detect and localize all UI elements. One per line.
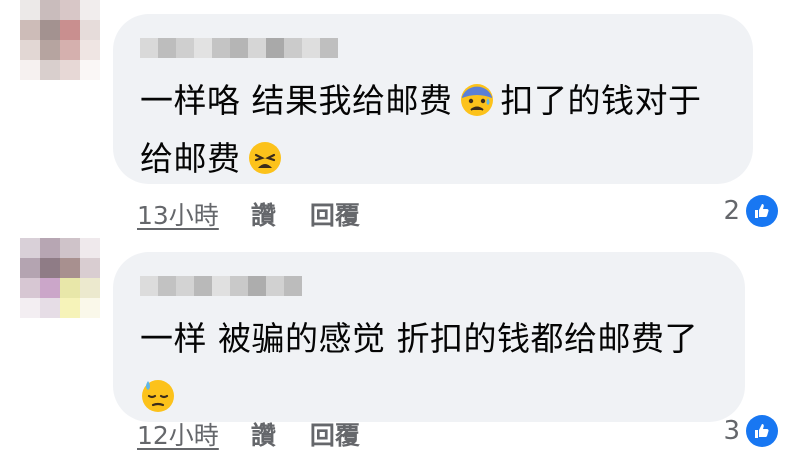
anxious-face-with-sweat-icon: [460, 84, 493, 116]
author-name-blurred[interactable]: [140, 38, 338, 58]
comment-text-line2: 给邮费: [140, 139, 241, 178]
comment-actions: 12小時 讚 回覆: [137, 416, 394, 452]
author-name-blurred[interactable]: [140, 276, 302, 296]
timestamp-link[interactable]: 13小時: [137, 196, 219, 232]
reaction-count: 3: [723, 416, 740, 446]
comment-text-line1: 一样 被骗的感觉 折扣的钱都给邮费了: [140, 319, 698, 358]
comment-text-line1-cont: 扣了的钱对于: [500, 81, 702, 120]
reply-button[interactable]: 回覆: [310, 196, 360, 232]
like-icon: [746, 415, 778, 447]
reaction-summary[interactable]: 3: [723, 415, 778, 447]
reaction-summary[interactable]: 2: [723, 195, 778, 227]
comment-bubble: 一样 被骗的感觉 折扣的钱都给邮费了: [113, 252, 745, 422]
timestamp-link[interactable]: 12小時: [137, 416, 219, 452]
weary-face-icon: [248, 142, 281, 174]
avatar[interactable]: [20, 238, 100, 318]
comment-text: 一样咯 结果我给邮费 扣了的钱对于 给邮费: [140, 72, 733, 188]
like-button[interactable]: 讚: [251, 416, 276, 452]
comment-text: 一样 被骗的感觉 折扣的钱都给邮费了: [140, 310, 725, 426]
like-button[interactable]: 讚: [251, 196, 276, 232]
reply-button[interactable]: 回覆: [310, 416, 360, 452]
comment-actions: 13小時 讚 回覆: [137, 196, 394, 232]
downcast-face-with-sweat-icon: [142, 380, 174, 412]
comment-bubble: 一样咯 结果我给邮费 扣了的钱对于 给邮费: [113, 14, 753, 184]
avatar[interactable]: [20, 0, 100, 80]
comment-text-line1: 一样咯 结果我给邮费: [140, 81, 453, 120]
reaction-count: 2: [723, 196, 740, 226]
like-icon: [746, 195, 778, 227]
